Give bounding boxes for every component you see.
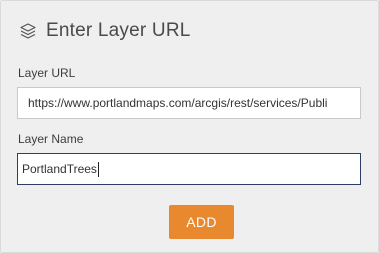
panel-header: Enter Layer URL (19, 19, 191, 43)
layer-name-value: PortlandTrees (22, 162, 97, 176)
layers-icon (19, 22, 37, 40)
panel-title: Enter Layer URL (46, 20, 191, 41)
layer-name-label: Layer Name (18, 132, 84, 146)
text-cursor (97, 162, 99, 178)
enter-layer-url-panel: Enter Layer URL Layer URL https://www.po… (0, 0, 379, 253)
layer-url-input[interactable]: https://www.portlandmaps.com/arcgis/rest… (17, 87, 361, 119)
add-button[interactable]: ADD (169, 205, 234, 239)
layer-name-input[interactable]: PortlandTrees (17, 153, 361, 185)
layer-url-label: Layer URL (18, 66, 76, 80)
layer-url-value: https://www.portlandmaps.com/arcgis/rest… (28, 96, 328, 110)
